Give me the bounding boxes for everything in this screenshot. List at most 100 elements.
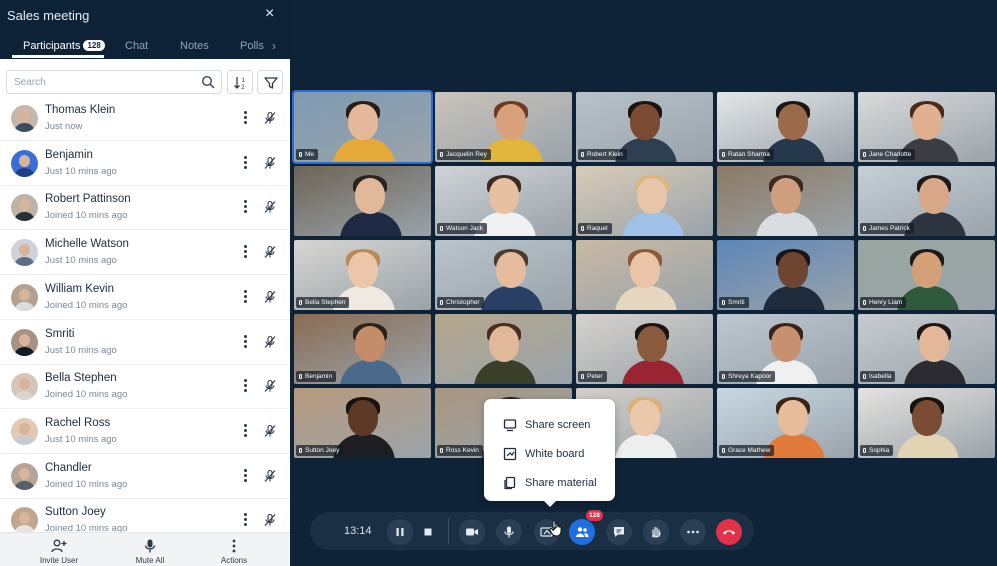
video-tile[interactable]: Sophia xyxy=(858,388,995,458)
actions-label: Actions xyxy=(220,556,248,565)
stop-recording-button[interactable] xyxy=(415,519,441,545)
video-tile[interactable]: Peter xyxy=(576,314,713,384)
panel-header: Sales meeting × Participants 128 Chat Not… xyxy=(0,0,290,59)
person-shape xyxy=(355,326,385,362)
video-tile[interactable]: Watson Jack xyxy=(435,166,572,236)
video-tile[interactable]: Smriti xyxy=(717,240,854,310)
microphone-off-icon[interactable] xyxy=(263,156,277,170)
invite-user-button[interactable]: Invite User xyxy=(19,533,99,566)
microphone-off-icon[interactable] xyxy=(263,335,277,349)
sort-button[interactable]: 1 2 xyxy=(227,70,253,94)
more-vertical-icon[interactable] xyxy=(243,200,249,214)
microphone-off-icon[interactable] xyxy=(263,200,277,214)
participant-row[interactable]: Smriti Just 10 mins ago xyxy=(0,321,290,365)
tab-chat[interactable]: Chat xyxy=(125,40,148,52)
participant-row[interactable]: William Kevin Joined 10 mins ago xyxy=(0,276,290,320)
microphone-off-icon[interactable] xyxy=(263,111,277,125)
participant-name: William Kevin xyxy=(45,282,115,295)
filter-button[interactable] xyxy=(257,70,283,94)
participant-row[interactable]: Michelle Watson Just 10 mins ago xyxy=(0,231,290,276)
share-material-option[interactable]: Share material xyxy=(484,469,615,497)
video-tile[interactable]: Christopher xyxy=(435,240,572,310)
chat-button[interactable] xyxy=(606,519,632,545)
participant-name: Smriti xyxy=(45,327,75,340)
microphone-off-icon[interactable] xyxy=(263,290,277,304)
microphone-off-icon[interactable] xyxy=(263,513,277,527)
microphone-off-icon[interactable] xyxy=(263,245,277,259)
more-vertical-icon[interactable] xyxy=(243,513,249,527)
end-call-button[interactable] xyxy=(716,519,742,545)
more-vertical-icon[interactable] xyxy=(243,379,249,393)
participant-row[interactable]: Sutton Joey Joined 10 mins ago xyxy=(0,499,290,532)
video-tile[interactable]: Me xyxy=(294,92,431,162)
video-tile[interactable] xyxy=(435,314,572,384)
participant-row[interactable]: Benjamin Just 10 mins ago xyxy=(0,142,290,186)
more-vertical-icon[interactable] xyxy=(243,334,249,349)
share-screen-option[interactable]: Share screen xyxy=(484,411,615,439)
participant-name-tag: Sophia xyxy=(860,445,894,456)
tab-polls[interactable]: Polls xyxy=(240,40,264,52)
video-tile[interactable]: Jacquelin Rey xyxy=(435,92,572,162)
video-tile[interactable] xyxy=(576,240,713,310)
video-tile[interactable] xyxy=(717,166,854,236)
microphone-off-icon[interactable] xyxy=(263,379,277,393)
actions-button[interactable]: Actions xyxy=(194,533,274,566)
participant-row[interactable]: Thomas Klein Just now xyxy=(0,97,290,141)
participants-button[interactable] xyxy=(569,519,595,545)
participant-row[interactable]: Robert Pattinson Joined 10 mins ago xyxy=(0,186,290,231)
raise-hand-button[interactable] xyxy=(643,519,669,545)
video-tile[interactable]: Isabella xyxy=(858,314,995,384)
more-vertical-icon[interactable] xyxy=(243,468,249,483)
microphone-off-icon[interactable] xyxy=(263,424,277,438)
participant-row[interactable]: Bella Stephen Joined 10 mins ago xyxy=(0,365,290,410)
camera-button[interactable] xyxy=(459,519,485,545)
video-tile[interactable]: Raquel xyxy=(576,166,713,236)
more-options-button[interactable] xyxy=(680,519,706,545)
person-shape xyxy=(919,326,949,362)
tab-participants-label: Participants xyxy=(23,40,81,52)
more-vertical-icon[interactable] xyxy=(243,289,249,304)
participant-name-tag: Bella Stephen xyxy=(296,297,350,308)
participant-name-tag: Isabella xyxy=(860,371,896,382)
more-vertical-icon[interactable] xyxy=(243,245,249,259)
video-tile[interactable]: Henry Liam xyxy=(858,240,995,310)
video-tile[interactable]: James Patrick xyxy=(858,166,995,236)
participant-row[interactable]: Chandler Joined 10 mins ago xyxy=(0,455,290,499)
video-tile[interactable]: Jane Charlotte xyxy=(858,92,995,162)
participant-status: Just 10 mins ago xyxy=(45,165,117,177)
tab-notes[interactable]: Notes xyxy=(180,40,209,52)
chevron-right-icon[interactable]: › xyxy=(272,39,276,53)
video-tile[interactable]: Benjamin xyxy=(294,314,431,384)
search-icon[interactable] xyxy=(201,75,215,89)
add-user-icon xyxy=(51,539,67,553)
more-vertical-icon[interactable] xyxy=(243,111,249,125)
video-tile[interactable]: Bella Stephen xyxy=(294,240,431,310)
more-vertical-icon[interactable] xyxy=(243,423,249,438)
avatar xyxy=(11,149,38,177)
video-tile[interactable]: Ratan Sharma xyxy=(717,92,854,162)
mute-all-button[interactable]: Mute All xyxy=(110,533,190,566)
pause-recording-button[interactable] xyxy=(387,519,413,545)
more-vertical-icon[interactable] xyxy=(243,155,249,170)
participants-count-badge: 128 xyxy=(586,510,603,521)
microphone-off-icon[interactable] xyxy=(263,469,277,483)
microphone-button[interactable] xyxy=(496,519,522,545)
participant-name-tag: Sutton Joey xyxy=(296,445,344,456)
search-placeholder: Search xyxy=(14,77,46,88)
avatar xyxy=(11,462,38,490)
person-shape xyxy=(496,104,526,140)
close-icon[interactable]: × xyxy=(265,5,274,23)
participant-row[interactable]: Rachel Ross Just 10 mins ago xyxy=(0,410,290,454)
video-tile[interactable] xyxy=(294,166,431,236)
panel-title: Sales meeting xyxy=(7,8,90,23)
monitor-icon xyxy=(503,419,517,432)
document-icon xyxy=(504,476,516,490)
participant-status: Joined 10 mins ago xyxy=(45,389,128,401)
video-tile[interactable]: Shreya Kapoor xyxy=(717,314,854,384)
video-tile[interactable]: Robert Klein xyxy=(576,92,713,162)
search-input[interactable]: Search xyxy=(6,70,222,94)
white-board-option[interactable]: White board xyxy=(484,440,615,468)
video-tile[interactable]: Sutton Joey xyxy=(294,388,431,458)
tab-participants[interactable]: Participants 128 xyxy=(23,40,105,52)
video-tile[interactable]: Grace Mathew xyxy=(717,388,854,458)
